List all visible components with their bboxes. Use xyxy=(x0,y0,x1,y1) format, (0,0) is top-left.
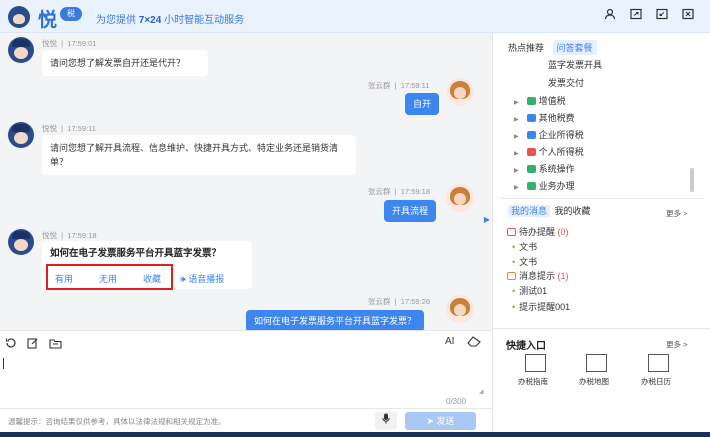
tree-item-other-tax[interactable]: ▶ 其他税费 xyxy=(514,111,575,124)
message-meta: 悦悦 | 17:59:11 xyxy=(42,124,96,133)
tree-scrollbar[interactable] xyxy=(690,168,694,192)
user-message-bubble: 开具流程 xyxy=(384,200,437,222)
message-meta: 悦悦 | 17:59:18 xyxy=(42,231,97,240)
notice-item[interactable]: • 提示提醒001 xyxy=(512,300,570,313)
resize-handle-icon[interactable]: ◢ xyxy=(479,388,484,395)
tab-my-messages[interactable]: 我的消息 xyxy=(508,205,551,217)
tax-map-icon[interactable] xyxy=(586,354,607,372)
user-icon[interactable] xyxy=(602,8,618,24)
recommend-tabs: 热点推荐 问答套餐 xyxy=(508,40,603,55)
disclaimer-tip: 温馨提示：咨询结果仅供参考，具体以法律法规和相关规定为准。 xyxy=(8,417,226,426)
tax-guide-icon[interactable] xyxy=(525,354,546,372)
chevron-right-icon: ▶ xyxy=(514,168,519,174)
quick-more-link[interactable]: 更多 > xyxy=(666,339,687,350)
tree-item[interactable]: 发票交付 xyxy=(548,76,584,89)
chevron-right-icon: ▶ xyxy=(514,134,519,140)
message-input[interactable] xyxy=(3,358,4,369)
tab-qa-package[interactable]: 问答套餐 xyxy=(552,40,597,55)
category-icon xyxy=(526,181,536,190)
expand-icon[interactable] xyxy=(628,8,644,24)
useless-button[interactable]: 无用 xyxy=(99,272,117,285)
answer-title: 如何在电子发票服务平台开具蓝字发票？ xyxy=(50,248,222,259)
useful-button[interactable]: 有用 xyxy=(55,272,73,285)
tree-item-corp-tax[interactable]: ▶ 企业所得税 xyxy=(514,128,584,141)
app-logo-text: 悦 xyxy=(38,10,58,31)
tab-my-favorites[interactable]: 我的收藏 xyxy=(555,206,591,216)
doc-item[interactable]: • 文书 xyxy=(512,240,537,253)
bot-message-bubble: 请问您想了解开具流程、信息维护、快捷开具方式、特定业务还是销货清单？ xyxy=(42,135,356,175)
favorite-button[interactable]: 收藏 xyxy=(143,272,161,285)
tab-hot[interactable]: 热点推荐 xyxy=(508,41,544,54)
todo-reminder[interactable]: 待办提醒 (0) xyxy=(507,225,569,238)
user-message-bubble: 如何在电子发票服务平台开具蓝字发票？ xyxy=(246,310,425,332)
bottom-bar xyxy=(0,432,710,437)
bot-message-bubble: 请问您想了解发票自开还是代开？ xyxy=(42,50,208,76)
category-icon xyxy=(526,147,536,156)
message-meta: 张云群 | 17:59:11 xyxy=(368,81,430,90)
message-meta: 悦悦 | 17:59:01 xyxy=(42,39,97,48)
divider xyxy=(500,198,704,199)
quick-item-label[interactable]: 办税指南 xyxy=(518,376,548,387)
eraser-icon[interactable] xyxy=(467,335,481,350)
speaker-icon: 🕪 xyxy=(180,274,186,284)
category-icon xyxy=(526,96,536,105)
history-icon[interactable] xyxy=(5,337,17,352)
microphone-icon[interactable] xyxy=(375,412,397,430)
user-avatar xyxy=(446,184,474,212)
close-icon[interactable] xyxy=(680,8,696,24)
user-message-bubble: 自开 xyxy=(405,93,440,115)
app-logo-badge: 税 xyxy=(60,7,82,21)
chevron-right-icon: ▶ xyxy=(514,100,519,106)
folder-icon[interactable] xyxy=(49,337,62,352)
tax-calendar-icon[interactable] xyxy=(648,354,669,372)
category-icon xyxy=(526,130,536,139)
voice-broadcast-button[interactable]: 🕪 语音播报 xyxy=(180,272,224,285)
bot-avatar xyxy=(8,122,34,148)
send-icon: ➤ xyxy=(426,416,434,426)
bot-avatar xyxy=(8,37,34,63)
app-header: 悦 税 为您提供 7×24 小时智能互动服务 xyxy=(0,0,710,33)
divider xyxy=(492,328,710,329)
message-tabs: 我的消息 我的收藏 xyxy=(508,204,591,217)
todo-icon xyxy=(507,227,516,236)
minimize-icon[interactable] xyxy=(654,8,670,24)
divider xyxy=(0,408,492,409)
char-counter: 0/300 xyxy=(446,397,467,406)
message-meta: 张云群 | 17:59:18 xyxy=(368,187,430,196)
tree-item[interactable]: 蓝字发票开具 xyxy=(548,58,602,71)
app-tagline: 为您提供 7×24 小时智能互动服务 xyxy=(96,15,245,26)
edit-icon[interactable] xyxy=(27,337,39,352)
notice-item[interactable]: • 测试01 xyxy=(512,284,547,297)
collapse-panel-icon[interactable]: ▶ xyxy=(482,210,492,230)
notice-icon xyxy=(507,271,516,280)
user-avatar xyxy=(446,295,474,323)
chevron-right-icon: ▶ xyxy=(514,117,519,123)
quick-item-label[interactable]: 办税日历 xyxy=(641,376,671,387)
message-notice[interactable]: 消息提示 (1) xyxy=(507,269,569,282)
tree-item-business[interactable]: ▶ 业务办理 xyxy=(514,179,575,192)
doc-item[interactable]: • 文书 xyxy=(512,255,537,268)
send-button[interactable]: ➤ 发送 xyxy=(405,412,476,430)
tree-item-system[interactable]: ▶ 系统操作 xyxy=(514,162,575,175)
user-avatar xyxy=(446,78,474,106)
ai-button[interactable]: AI xyxy=(445,336,454,347)
tree-item-vat[interactable]: ▶ 增值税 xyxy=(514,94,566,107)
tree-item-personal-tax[interactable]: ▶ 个人所得税 xyxy=(514,145,584,158)
category-icon xyxy=(526,113,536,122)
bot-avatar xyxy=(8,229,34,255)
mascot-logo-icon xyxy=(8,6,30,28)
chevron-right-icon: ▶ xyxy=(514,185,519,191)
quick-entry-title: 快捷入口 xyxy=(506,341,546,352)
messages-more-link[interactable]: 更多 > xyxy=(666,208,687,219)
category-icon xyxy=(526,164,536,173)
chevron-right-icon: ▶ xyxy=(514,151,519,157)
message-meta: 张云群 | 17:59:26 xyxy=(368,297,430,306)
quick-item-label[interactable]: 办税地图 xyxy=(579,376,609,387)
